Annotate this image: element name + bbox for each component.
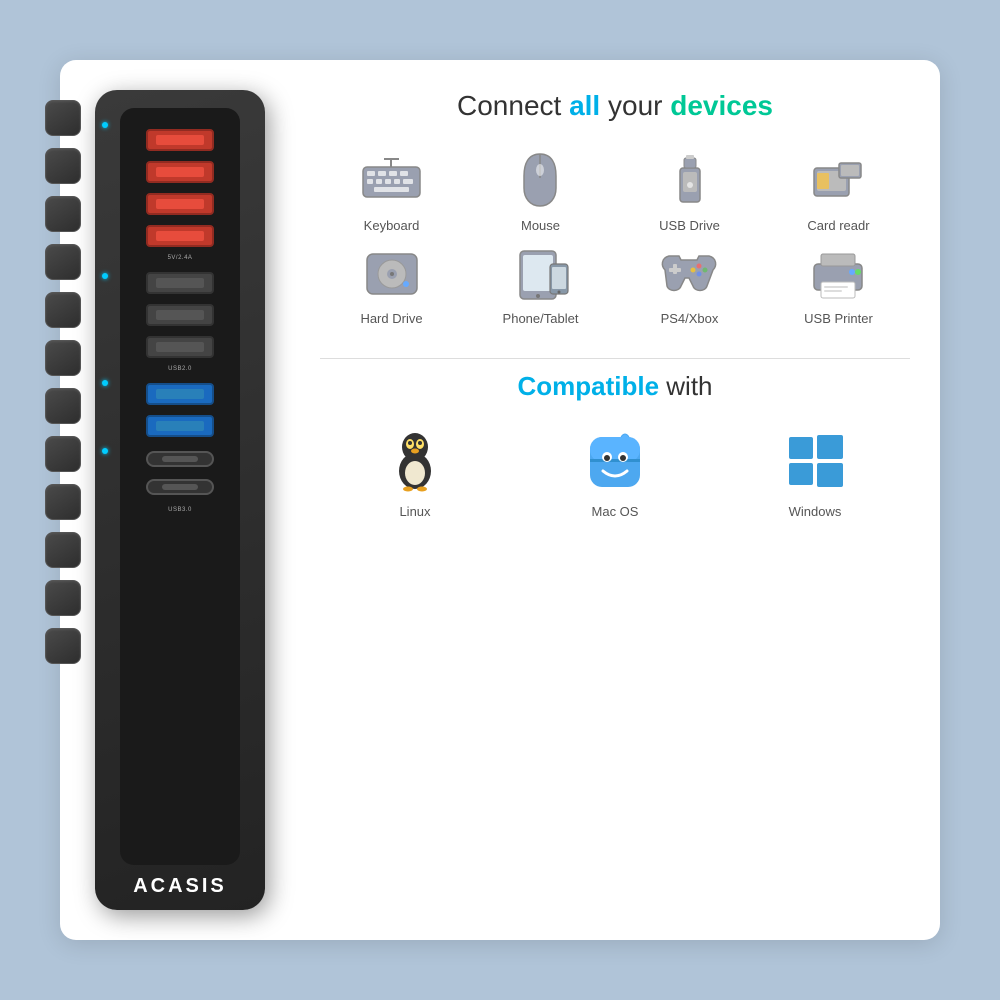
label-usb3: USB3.0	[168, 507, 192, 513]
hub-button-11[interactable]	[45, 580, 81, 616]
mouse-icon	[506, 150, 576, 210]
device-item-keyboard: Keyboard	[320, 150, 463, 233]
hub-button-3[interactable]	[45, 196, 81, 232]
usb-port-c-2	[146, 479, 214, 495]
device-item-gamepad: PS4/Xbox	[618, 243, 761, 326]
device-item-usb-drive: USB Drive	[618, 150, 761, 233]
info-section: Connect all your devices	[300, 80, 920, 920]
divider	[320, 358, 910, 359]
main-card: 5V/2.4A USB2.0	[60, 60, 940, 940]
windows-icon	[780, 426, 850, 496]
hub-inner: 5V/2.4A USB2.0	[120, 108, 240, 865]
compat-title: Compatible with	[320, 371, 910, 402]
windows-label: Windows	[789, 504, 842, 519]
device-item-mouse: Mouse	[469, 150, 612, 233]
printer-icon	[804, 243, 874, 303]
connect-devices-text: devices	[670, 90, 773, 121]
device-item-hard-drive: Hard Drive	[320, 243, 463, 326]
compat-with-text: with	[666, 371, 712, 401]
hub-button-8[interactable]	[45, 436, 81, 472]
usb-port-c-1	[146, 451, 214, 467]
macos-icon	[580, 426, 650, 496]
label-5v: 5V/2.4A	[168, 255, 193, 261]
linux-label: Linux	[399, 504, 430, 519]
compat-item-windows: Windows	[720, 426, 910, 519]
compat-item-linux: Linux	[320, 426, 510, 519]
usb-port-red-4	[146, 225, 214, 247]
mouse-label: Mouse	[521, 218, 560, 233]
compat-item-macos: Mac OS	[520, 426, 710, 519]
usb-port-red-2	[146, 161, 214, 183]
keyboard-label: Keyboard	[364, 218, 420, 233]
hub-button-2[interactable]	[45, 148, 81, 184]
device-section: 5V/2.4A USB2.0	[80, 80, 280, 920]
macos-label: Mac OS	[592, 504, 639, 519]
usb-port-red-3	[146, 193, 214, 215]
connect-title: Connect all your devices	[320, 90, 910, 122]
hub-button-7[interactable]	[45, 388, 81, 424]
hub-device: 5V/2.4A USB2.0	[95, 90, 265, 910]
gamepad-label: PS4/Xbox	[661, 311, 719, 326]
usb-drive-label: USB Drive	[659, 218, 720, 233]
hub-button-4[interactable]	[45, 244, 81, 280]
hard-drive-icon	[357, 243, 427, 303]
linux-icon	[380, 426, 450, 496]
connect-all-text: all	[569, 90, 600, 121]
hub-button-1[interactable]	[45, 100, 81, 136]
usb-drive-icon	[655, 150, 725, 210]
phone-tablet-icon	[506, 243, 576, 303]
keyboard-icon	[357, 150, 427, 210]
hub-buttons	[45, 100, 81, 664]
printer-label: USB Printer	[804, 311, 873, 326]
hard-drive-label: Hard Drive	[360, 311, 422, 326]
led-4	[102, 448, 108, 454]
compat-grid: Linux	[320, 426, 910, 519]
led-3	[102, 380, 108, 386]
usb-port-black-3	[146, 336, 214, 358]
hub-button-6[interactable]	[45, 340, 81, 376]
gamepad-icon	[655, 243, 725, 303]
hub-button-10[interactable]	[45, 532, 81, 568]
brand-label: ACASIS	[133, 875, 227, 898]
card-reader-label: Card readr	[807, 218, 869, 233]
usb-port-blue-1	[146, 383, 214, 405]
led-2	[102, 273, 108, 279]
hub-button-12[interactable]	[45, 628, 81, 664]
usb-port-red-1	[146, 129, 214, 151]
hub-button-9[interactable]	[45, 484, 81, 520]
devices-grid: Keyboard Mouse	[320, 150, 910, 326]
hub-button-5[interactable]	[45, 292, 81, 328]
usb-port-blue-2	[146, 415, 214, 437]
label-usb2: USB2.0	[168, 366, 192, 372]
led-1	[102, 122, 108, 128]
device-item-card-reader: Card readr	[767, 150, 910, 233]
phone-tablet-label: Phone/Tablet	[503, 311, 579, 326]
card-reader-icon	[804, 150, 874, 210]
device-item-phone-tablet: Phone/Tablet	[469, 243, 612, 326]
usb-port-black-2	[146, 304, 214, 326]
device-item-printer: USB Printer	[767, 243, 910, 326]
usb-port-black-1	[146, 272, 214, 294]
